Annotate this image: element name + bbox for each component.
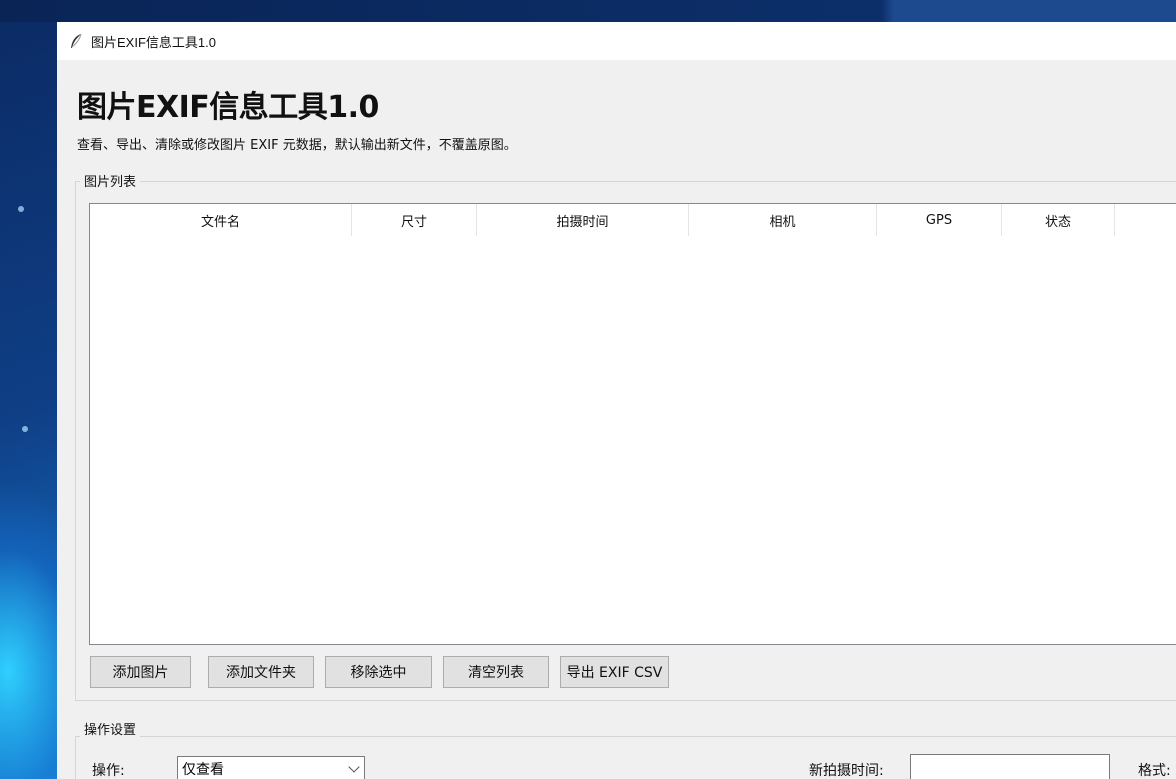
app-window: 图片EXIF信息工具1.0 图片EXIF信息工具1.0 查看、导出、清除或修改图… <box>57 22 1176 779</box>
column-header-capture-time[interactable]: 拍摄时间 <box>477 204 689 236</box>
window-title: 图片EXIF信息工具1.0 <box>91 34 216 50</box>
page-subtitle: 查看、导出、清除或修改图片 EXIF 元数据，默认输出新文件，不覆盖原图。 <box>77 138 517 153</box>
table-header: 文件名 尺寸 拍摄时间 相机 GPS 状态 <box>90 204 1176 236</box>
column-header-gps[interactable]: GPS <box>877 204 1002 236</box>
operation-select-value: 仅查看 <box>182 762 224 778</box>
desktop-top-strip <box>0 0 1176 22</box>
operation-label: 操作: <box>92 763 125 779</box>
column-header-size[interactable]: 尺寸 <box>352 204 477 236</box>
desktop-sparkle <box>22 426 28 432</box>
desktop-sparkle <box>18 206 24 212</box>
settings-group-label: 操作设置 <box>80 719 141 738</box>
image-list-table[interactable]: 文件名 尺寸 拍摄时间 相机 GPS 状态 <box>89 203 1176 645</box>
column-header-status[interactable]: 状态 <box>1002 204 1115 236</box>
page-title: 图片EXIF信息工具1.0 <box>77 90 379 125</box>
column-header-filename[interactable]: 文件名 <box>90 204 352 236</box>
clear-list-button[interactable]: 清空列表 <box>443 656 549 688</box>
new-capture-time-label: 新拍摄时间: <box>809 763 884 779</box>
column-header-camera[interactable]: 相机 <box>689 204 877 236</box>
chevron-down-icon <box>348 761 360 773</box>
feather-icon <box>71 33 82 48</box>
operation-select[interactable]: 仅查看 <box>177 756 365 779</box>
window-titlebar: 图片EXIF信息工具1.0 <box>57 22 1176 60</box>
remove-selected-button[interactable]: 移除选中 <box>325 656 432 688</box>
image-list-group-label: 图片列表 <box>80 171 141 190</box>
add-folder-button[interactable]: 添加文件夹 <box>208 656 314 688</box>
export-csv-button[interactable]: 导出 EXIF CSV <box>560 656 669 688</box>
new-capture-time-input[interactable] <box>910 754 1110 779</box>
add-images-button[interactable]: 添加图片 <box>90 656 191 688</box>
format-label: 格式: <box>1138 763 1171 779</box>
